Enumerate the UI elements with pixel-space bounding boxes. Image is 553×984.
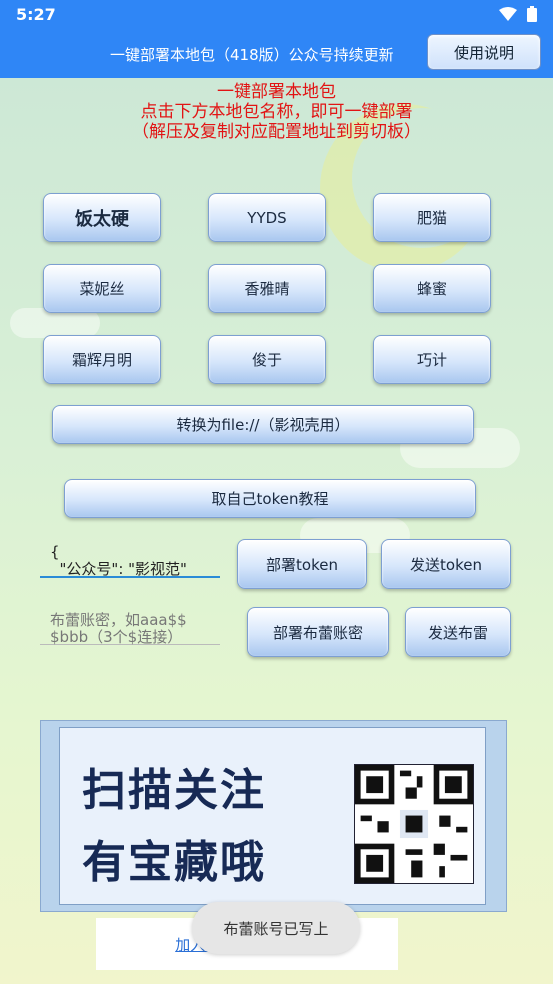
qr-banner-card: 扫描关注 有宝藏哦 — [59, 727, 486, 905]
wifi-icon — [499, 7, 517, 21]
package-button[interactable]: 霜辉月明 — [43, 335, 161, 384]
token-input-text[interactable]: { "公众号": "影视范" — [50, 544, 220, 578]
package-button[interactable]: 蜂蜜 — [373, 264, 491, 313]
send-bulei-button[interactable]: 发送布雷 — [405, 607, 511, 657]
bulei-input-placeholder[interactable]: 布蕾账密，如aaa$$ $bbb（3个$连接） — [50, 612, 220, 646]
status-icons — [499, 6, 537, 22]
intro-text: 一键部署本地包 点击下方本地包名称，即可一键部署 （解压及复制对应配置地址到剪切… — [0, 82, 553, 142]
deploy-bulei-button[interactable]: 部署布蕾账密 — [247, 607, 389, 657]
package-button[interactable]: 俊于 — [208, 335, 326, 384]
package-button[interactable]: YYDS — [208, 193, 326, 242]
app-bar: 一键部署本地包（418版）公众号持续更新 使用说明 — [0, 28, 553, 78]
intro-line3: （解压及复制对应配置地址到剪切板） — [132, 122, 421, 142]
main-content: 一键部署本地包 点击下方本地包名称，即可一键部署 （解压及复制对应配置地址到剪切… — [0, 78, 553, 984]
intro-line1: 一键部署本地包 — [217, 82, 336, 102]
qr-code-image — [354, 764, 474, 884]
status-bar: 5:27 — [0, 0, 553, 28]
banner-line2: 有宝藏哦 — [82, 837, 266, 888]
package-button[interactable]: 菜妮丝 — [43, 264, 161, 313]
package-button[interactable]: 饭太硬 — [43, 193, 161, 242]
banner-line1: 扫描关注 — [82, 765, 266, 816]
qr-banner: 扫描关注 有宝藏哦 — [40, 720, 507, 912]
token-tutorial-button[interactable]: 取自己token教程 — [64, 479, 476, 518]
app-title: 一键部署本地包（418版）公众号持续更新 — [110, 46, 394, 64]
package-button[interactable]: 香雅晴 — [208, 264, 326, 313]
deploy-token-button[interactable]: 部署token — [237, 539, 367, 589]
toast-message: 布蕾账号已写上 — [192, 902, 360, 954]
send-token-button[interactable]: 发送token — [381, 539, 511, 589]
package-button[interactable]: 肥猫 — [373, 193, 491, 242]
battery-icon — [527, 6, 537, 22]
intro-line2: 点击下方本地包名称，即可一键部署 — [140, 102, 413, 122]
convert-file-button[interactable]: 转换为file://（影视壳用） — [52, 405, 474, 444]
help-button[interactable]: 使用说明 — [427, 34, 541, 70]
status-time: 5:27 — [16, 5, 56, 24]
package-button[interactable]: 巧计 — [373, 335, 491, 384]
